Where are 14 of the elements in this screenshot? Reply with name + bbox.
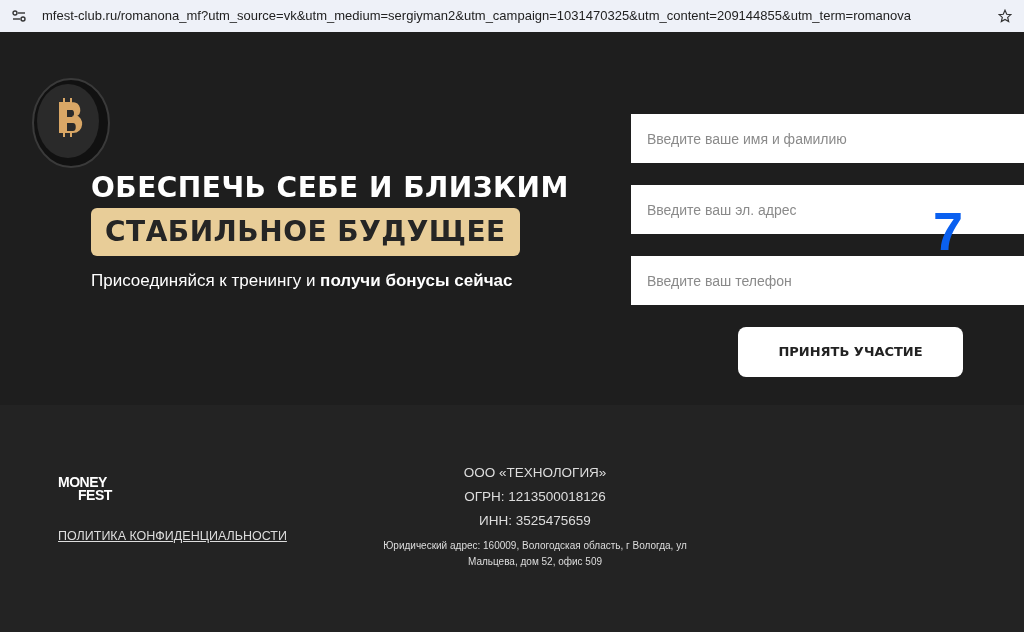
company-info-text: ОГРН: 1213500018126 (464, 488, 606, 506)
company-info-text: ИНН: 3525475659 (479, 512, 591, 530)
input-field[interactable]: Введите ваше имя и фамилию (631, 114, 1024, 163)
bookmark-star-icon[interactable] (998, 9, 1012, 23)
headline: ОБЕСПЕЧЬ СЕБЕ И БЛИЗКИМ (91, 172, 570, 205)
privacy-policy-link[interactable]: ПОЛИТИКА КОНФИДЕНЦИАЛЬНОСТИ (58, 529, 287, 544)
money-fest-logo: MONEY FEST (58, 476, 112, 503)
site-settings-icon[interactable] (12, 10, 26, 22)
highlighted-headline: СТАБИЛЬНОЕ БУДУЩЕЕ (91, 208, 520, 257)
legal-address-text: Юридический адрес: 160009, Вологодская область, г Вологда, ул Мальцева, дом 52, офис 509 (382, 539, 688, 569)
company-info-text: ООО «ТЕХНОЛОГИЯ» (463, 464, 607, 482)
input-field[interactable]: Введите ваш телефон (631, 256, 1024, 305)
submit-button[interactable]: ПРИНЯТЬ УЧАСТИЕ (738, 327, 963, 377)
subtitle: Присоединяйся к тренингу и получи бонусы сейчас (91, 270, 514, 293)
